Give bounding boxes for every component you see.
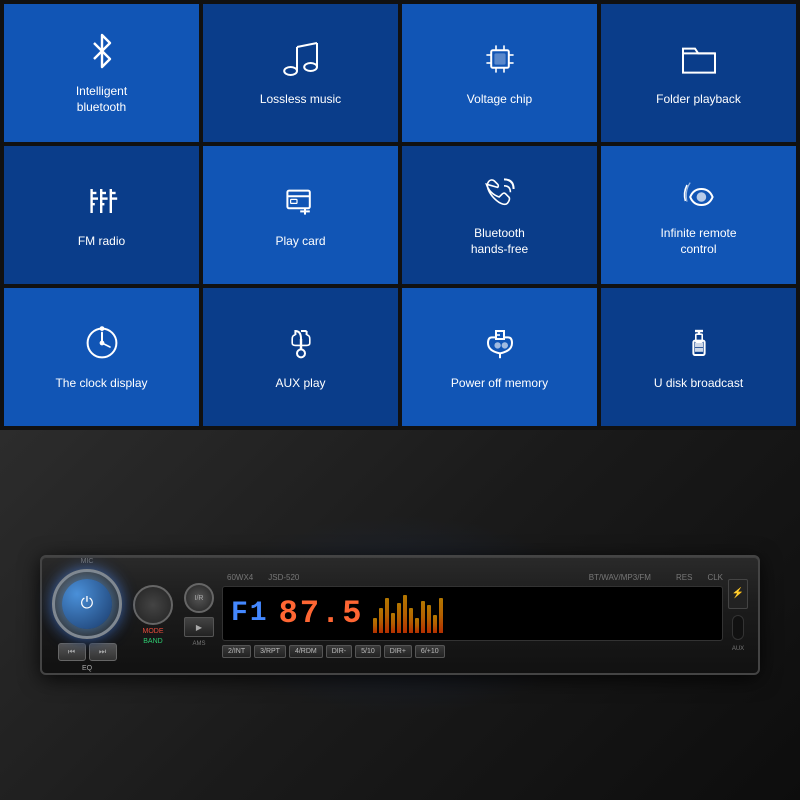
remote-icon: [679, 173, 719, 218]
usb-slot[interactable]: ⚡: [728, 579, 748, 609]
display-mode: F1: [231, 598, 269, 629]
feature-remote-label: Infinite remote control: [660, 226, 736, 257]
ir-button[interactable]: I/R: [184, 583, 214, 613]
btn-610[interactable]: 6/+10: [415, 645, 445, 658]
feature-music[interactable]: Lossless music: [203, 4, 398, 142]
feature-voltage-label: Voltage chip: [467, 92, 532, 108]
stereo-unit: MIC ⏻ ⏮ ⏭ EQ MODE BAND I/R ▶ AMS: [40, 555, 760, 675]
fm-icon: [82, 181, 122, 226]
res-label: RES: [676, 573, 692, 582]
mode-knob[interactable]: [133, 585, 173, 625]
clock-icon: [82, 323, 122, 368]
bluetooth-icon: [82, 31, 122, 76]
mic-label: MIC: [81, 558, 94, 565]
feature-card[interactable]: Play card: [203, 146, 398, 284]
btn-510[interactable]: 5/10: [355, 645, 381, 658]
usb-icon: [679, 323, 719, 368]
eq-label: EQ: [82, 665, 92, 672]
feature-handsfree-label: Bluetooth hands-free: [471, 226, 528, 257]
feature-remote[interactable]: Infinite remote control: [601, 146, 796, 284]
feature-aux[interactable]: AUX play: [203, 288, 398, 426]
feature-clock[interactable]: The clock display: [4, 288, 199, 426]
ams-label: AMS: [192, 641, 205, 647]
feature-udisk-label: U disk broadcast: [654, 376, 743, 392]
play-pause-button[interactable]: ▶: [184, 617, 214, 637]
model-label: JSD-520: [268, 573, 299, 582]
feature-udisk[interactable]: U disk broadcast: [601, 288, 796, 426]
bt-label: BT/WAV/MP3/FM: [589, 573, 651, 582]
feature-bluetooth-label: Intelligent bluetooth: [76, 84, 127, 115]
feature-fm[interactable]: FM radio: [4, 146, 199, 284]
chip-icon: [480, 39, 520, 84]
rewind-button[interactable]: ⏮: [58, 643, 86, 661]
mode-label: MODE: [143, 628, 164, 635]
feature-clock-label: The clock display: [55, 376, 147, 392]
stereo-section: MIC ⏻ ⏮ ⏭ EQ MODE BAND I/R ▶ AMS: [0, 430, 800, 800]
btn-2int[interactable]: 2/INT: [222, 645, 251, 658]
aux-text: AUX: [732, 646, 744, 652]
feature-memory[interactable]: Power off memory: [402, 288, 597, 426]
band-label: BAND: [143, 638, 162, 645]
power-icon: ⏻: [81, 595, 94, 613]
phone-icon: [480, 173, 520, 218]
feature-music-label: Lossless music: [260, 92, 341, 108]
display-frequency: 87.5: [279, 595, 364, 632]
music-icon: [281, 39, 321, 84]
spectrum-display: [373, 593, 714, 633]
ir-label: I/R: [195, 595, 204, 602]
clk-label: CLK: [707, 573, 723, 582]
aux-jack[interactable]: [732, 615, 744, 640]
btn-dir-minus[interactable]: DIR-: [326, 645, 352, 658]
aux-icon: [281, 323, 321, 368]
feature-voltage[interactable]: Voltage chip: [402, 4, 597, 142]
folder-icon: [679, 39, 719, 84]
power-knob[interactable]: ⏻: [52, 569, 122, 639]
feature-aux-label: AUX play: [275, 376, 325, 392]
feature-folder[interactable]: Folder playback: [601, 4, 796, 142]
feature-folder-label: Folder playback: [656, 92, 741, 108]
btn-4rdm[interactable]: 4/RDM: [289, 645, 323, 658]
btn-dir-plus[interactable]: DIR+: [384, 645, 412, 658]
forward-button[interactable]: ⏭: [89, 643, 117, 661]
memory-icon: [480, 323, 520, 368]
power-label: 60WX4: [227, 573, 253, 582]
features-grid: Intelligent bluetooth Lossless music: [0, 0, 800, 430]
btn-3rpt[interactable]: 3/RPT: [254, 645, 286, 658]
card-icon: [281, 181, 321, 226]
feature-bluetooth[interactable]: Intelligent bluetooth: [4, 4, 199, 142]
display-screen: F1 87.5: [222, 586, 723, 641]
feature-fm-label: FM radio: [78, 234, 125, 250]
feature-handsfree[interactable]: Bluetooth hands-free: [402, 146, 597, 284]
feature-card-label: Play card: [275, 234, 325, 250]
feature-memory-label: Power off memory: [451, 376, 548, 392]
